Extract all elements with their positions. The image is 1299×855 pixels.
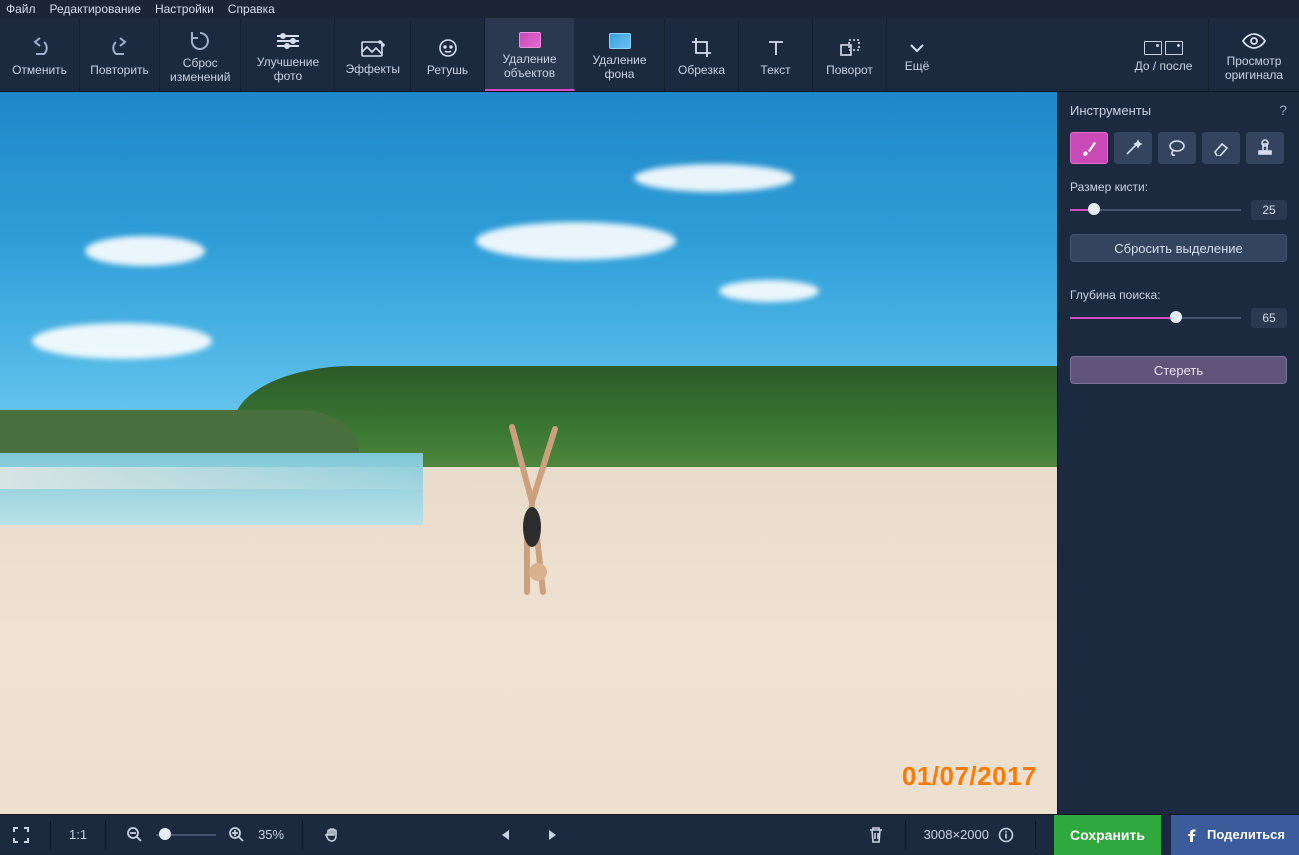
magic-wand-tool[interactable] xyxy=(1114,132,1152,164)
panel-help-button[interactable]: ? xyxy=(1279,102,1287,118)
undo-icon xyxy=(27,37,53,59)
before-after-label: До / после xyxy=(1135,59,1193,73)
stamp-icon xyxy=(1256,139,1274,157)
remove-objects-button[interactable]: Удаление объектов xyxy=(485,18,575,91)
brush-tool[interactable] xyxy=(1070,132,1108,164)
effects-button[interactable]: Эффекты xyxy=(335,18,411,91)
zoom-percent-label: 35% xyxy=(258,827,284,842)
delete-button[interactable] xyxy=(865,824,887,846)
erase-button[interactable]: Стереть xyxy=(1070,356,1287,384)
enhance-button[interactable]: Улучшение фото xyxy=(241,18,335,91)
chevron-down-icon xyxy=(909,41,925,55)
crop-button[interactable]: Обрезка xyxy=(665,18,739,91)
brush-size-value[interactable]: 25 xyxy=(1251,200,1287,220)
more-button[interactable]: Ещё xyxy=(887,18,947,91)
lasso-tool[interactable] xyxy=(1158,132,1196,164)
info-button[interactable] xyxy=(995,824,1017,846)
eraser-tool[interactable] xyxy=(1202,132,1240,164)
compare-icon xyxy=(1144,41,1183,55)
text-button[interactable]: Текст xyxy=(739,18,813,91)
eye-icon xyxy=(1241,32,1267,50)
menu-file[interactable]: Файл xyxy=(6,2,36,16)
eraser-icon xyxy=(1212,140,1230,156)
prev-image-button[interactable] xyxy=(495,824,517,846)
image-dimensions: 3008×2000 xyxy=(924,827,989,842)
rotate-button[interactable]: Поворот xyxy=(813,18,887,91)
undo-label: Отменить xyxy=(12,63,67,77)
image-render: 01/07/2017 xyxy=(0,92,1057,814)
menu-edit[interactable]: Редактирование xyxy=(50,2,141,16)
sparkle-image-icon xyxy=(360,38,386,58)
remove-objects-label: Удаление объектов xyxy=(503,52,557,80)
remove-object-icon xyxy=(519,32,541,48)
fullscreen-button[interactable] xyxy=(10,824,32,846)
redo-icon xyxy=(107,37,133,59)
fit-actual-button[interactable]: 1:1 xyxy=(69,827,87,842)
search-depth-value[interactable]: 65 xyxy=(1251,308,1287,328)
menu-settings[interactable]: Настройки xyxy=(155,2,214,16)
view-original-label: Просмотр оригинала xyxy=(1225,54,1283,82)
redo-button[interactable]: Повторить xyxy=(80,18,160,91)
search-depth-label: Глубина поиска: xyxy=(1070,288,1287,302)
panel-title: Инструменты xyxy=(1070,103,1151,118)
effects-label: Эффекты xyxy=(345,62,400,76)
rotate-icon xyxy=(838,37,862,59)
text-icon xyxy=(765,37,787,59)
brush-size-slider[interactable] xyxy=(1070,205,1241,215)
more-label: Ещё xyxy=(905,59,930,73)
text-label: Текст xyxy=(760,63,790,77)
face-icon xyxy=(436,37,460,59)
reset-label: Сброс изменений xyxy=(170,56,230,84)
remove-bg-icon xyxy=(609,33,631,49)
retouch-label: Ретушь xyxy=(427,63,468,77)
rotate-label: Поворот xyxy=(826,63,873,77)
brush-size-label: Размер кисти: xyxy=(1070,180,1287,194)
crop-label: Обрезка xyxy=(678,63,725,77)
view-original-button[interactable]: Просмотр оригинала xyxy=(1209,18,1299,91)
brush-icon xyxy=(1080,139,1098,157)
search-depth-slider[interactable] xyxy=(1070,313,1241,323)
redo-label: Повторить xyxy=(90,63,149,77)
retouch-button[interactable]: Ретушь xyxy=(411,18,485,91)
zoom-slider[interactable] xyxy=(156,830,216,840)
facebook-icon xyxy=(1185,828,1199,842)
hand-tool-button[interactable] xyxy=(321,824,343,846)
reset-button[interactable]: Сброс изменений xyxy=(160,18,241,91)
share-label: Поделиться xyxy=(1207,827,1285,842)
reset-selection-button[interactable]: Сбросить выделение xyxy=(1070,234,1287,262)
crop-icon xyxy=(691,37,713,59)
zoom-out-button[interactable] xyxy=(124,824,146,846)
zoom-in-button[interactable] xyxy=(226,824,248,846)
lasso-icon xyxy=(1167,139,1187,157)
undo-button[interactable]: Отменить xyxy=(0,18,80,91)
save-button[interactable]: Сохранить xyxy=(1054,815,1161,855)
remove-bg-button[interactable]: Удаление фона xyxy=(575,18,665,91)
tools-panel: Инструменты ? Разм xyxy=(1057,92,1299,814)
before-after-button[interactable]: До / после xyxy=(1119,18,1209,91)
magic-wand-icon xyxy=(1124,139,1142,157)
stamp-tool[interactable] xyxy=(1246,132,1284,164)
next-image-button[interactable] xyxy=(541,824,563,846)
menu-help[interactable]: Справка xyxy=(228,2,275,16)
editor-canvas[interactable]: 01/07/2017 xyxy=(0,92,1057,814)
sliders-icon xyxy=(275,31,301,51)
reset-icon xyxy=(187,30,213,52)
date-stamp: 01/07/2017 xyxy=(902,761,1037,792)
share-button[interactable]: Поделиться xyxy=(1171,815,1299,855)
enhance-label: Улучшение фото xyxy=(257,55,319,83)
remove-bg-label: Удаление фона xyxy=(593,53,647,81)
